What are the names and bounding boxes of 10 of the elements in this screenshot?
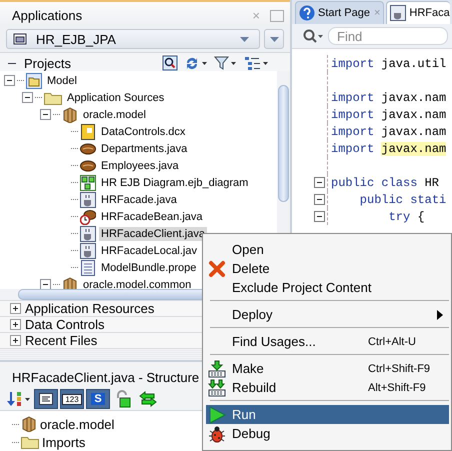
code-line: import javax.nam [331, 142, 446, 156]
section-title: Projects [24, 56, 71, 71]
code-line: import javax.nam [331, 108, 446, 122]
code-line: import java.util [331, 56, 446, 70]
code-line: try { [388, 210, 425, 224]
code-line: import javax.nam [331, 124, 446, 138]
code-line: import javax.nam [331, 90, 446, 104]
code-line: public stati [358, 192, 446, 206]
panel-title: Applications [12, 8, 82, 24]
code-line: public class HR [331, 176, 440, 190]
